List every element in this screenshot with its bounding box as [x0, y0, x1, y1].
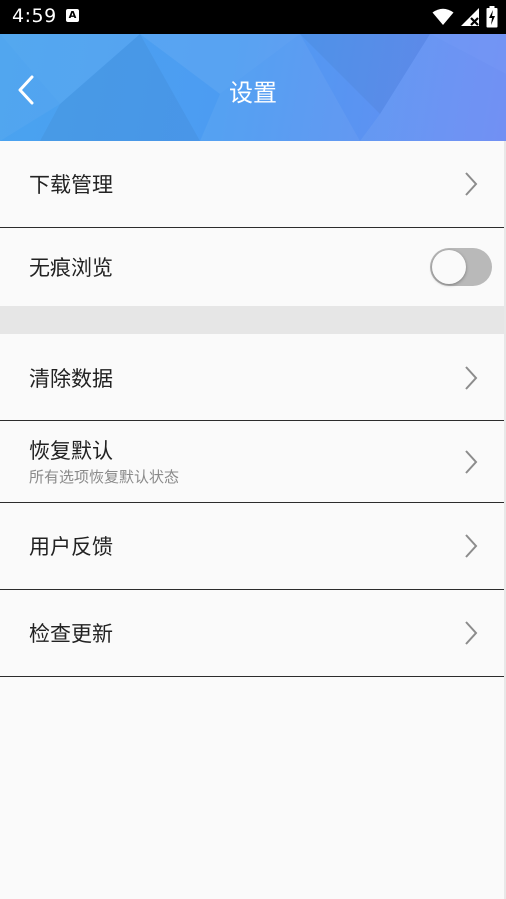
page-title: 设置: [229, 79, 277, 107]
settings-screen: 4:59 A 设置 下载管理 无痕浏览 清除数据 恢复默认 所有选项恢复默认状态…: [0, 0, 506, 899]
chevron-right-icon: [465, 172, 478, 196]
settings-item-label: 用户反馈: [29, 535, 113, 559]
status-bar: 4:59 A: [0, 0, 506, 34]
chevron-right-icon: [465, 621, 478, 645]
status-time: 4:59: [12, 5, 57, 27]
header-bar: 设置: [0, 34, 506, 141]
settings-item-label: 清除数据: [29, 367, 113, 391]
section-divider: [0, 306, 506, 334]
settings-item-download-manager[interactable]: 下载管理: [0, 141, 506, 228]
settings-item-subtitle: 所有选项恢复默认状态: [29, 468, 180, 486]
chevron-right-icon: [465, 450, 478, 474]
settings-item-incognito: 无痕浏览: [0, 228, 506, 306]
settings-item-label: 无痕浏览: [29, 256, 113, 280]
settings-list: 下载管理 无痕浏览 清除数据 恢复默认 所有选项恢复默认状态 用户反馈 检查更新: [0, 141, 506, 677]
toggle-knob: [432, 250, 466, 284]
settings-item-clear-data[interactable]: 清除数据: [0, 334, 506, 421]
settings-item-check-update[interactable]: 检查更新: [0, 590, 506, 677]
battery-icon: [486, 6, 498, 28]
notification-a-icon: A: [66, 9, 79, 22]
signal-icon: [461, 8, 479, 26]
settings-item-label: 恢复默认: [29, 439, 113, 463]
settings-item-feedback[interactable]: 用户反馈: [0, 503, 506, 590]
chevron-right-icon: [465, 366, 478, 390]
incognito-toggle[interactable]: [430, 248, 492, 286]
chevron-right-icon: [465, 534, 478, 558]
wifi-icon: [432, 8, 454, 25]
settings-item-restore-defaults[interactable]: 恢复默认 所有选项恢复默认状态: [0, 421, 506, 503]
status-icons: [432, 6, 498, 28]
settings-item-label: 检查更新: [29, 622, 113, 646]
settings-item-label: 下载管理: [29, 173, 113, 197]
